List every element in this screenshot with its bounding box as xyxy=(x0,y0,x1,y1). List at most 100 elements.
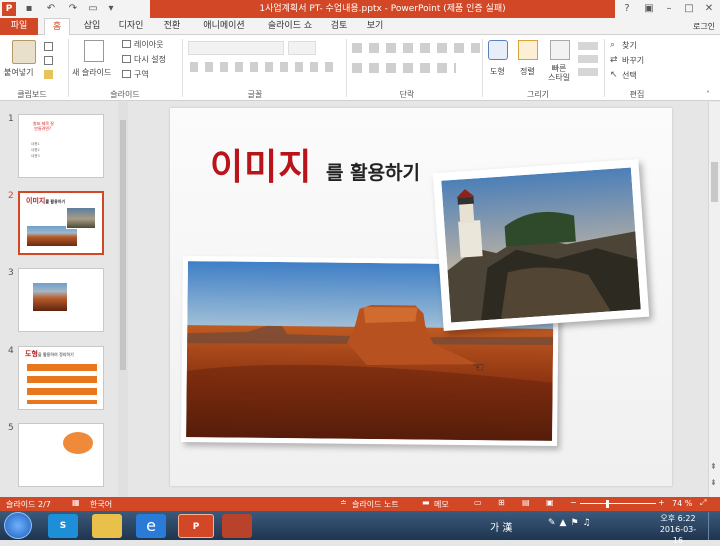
thumbnail-number: 1 xyxy=(8,114,14,124)
close-button[interactable]: ✕ xyxy=(702,2,716,16)
slide-thumbnail-5[interactable] xyxy=(18,423,104,487)
arrange-button[interactable]: 정렬 xyxy=(520,66,535,77)
notes-icon: ≐ xyxy=(340,498,347,507)
tab-animations[interactable]: 애니메이션 xyxy=(196,18,252,35)
internet-explorer-icon[interactable]: e xyxy=(136,514,166,538)
system-tray-icons[interactable]: ✎▲⚑♫ xyxy=(548,518,648,532)
slide-counter: 슬라이드 2/7 xyxy=(6,500,51,509)
arrange-icon[interactable] xyxy=(518,40,538,60)
thumbnail-shape-list xyxy=(27,364,97,404)
tab-slideshow[interactable]: 슬라이드 쇼 xyxy=(262,18,318,35)
zoom-slider[interactable] xyxy=(580,503,656,504)
next-slide-icon[interactable]: ⇟ xyxy=(710,478,717,487)
copy-icon[interactable] xyxy=(44,56,53,65)
thumbnails-scrollbar[interactable] xyxy=(118,102,128,497)
find-button[interactable]: 찾기 xyxy=(622,40,637,51)
paragraph-group-label: 단락 xyxy=(399,90,415,99)
group-divider xyxy=(482,39,483,97)
slide-thumbnail-4[interactable]: 도형을 활용하여 정리하기 xyxy=(18,346,104,410)
fit-slide-icon[interactable]: ⤢ xyxy=(700,498,706,508)
language-indicator[interactable]: 한국어 xyxy=(90,499,112,510)
tab-insert[interactable]: 삽입 xyxy=(78,18,106,35)
skype-icon[interactable]: S xyxy=(48,514,78,538)
slide-thumbnail-1[interactable]: 발표 제목 잘 만들려면? 내용1 내용2 내용3 xyxy=(18,114,104,178)
reading-view-icon[interactable]: ▤ xyxy=(522,498,530,507)
slide-title-rest[interactable]: 를 활용하기 xyxy=(326,158,420,185)
reset-button[interactable]: 다시 설정 xyxy=(134,54,166,65)
new-slide-button[interactable]: 새 슬라이드 xyxy=(72,67,111,78)
tab-transitions[interactable]: 전환 xyxy=(158,18,186,35)
replace-button[interactable]: 바꾸기 xyxy=(622,55,644,66)
slideshow-view-icon[interactable]: ▣ xyxy=(546,498,554,507)
paste-icon[interactable] xyxy=(12,40,36,64)
font-name-box[interactable] xyxy=(188,41,284,55)
start-button-icon[interactable] xyxy=(4,512,32,539)
tab-file[interactable]: 파일 xyxy=(0,18,38,35)
layout-button[interactable]: 레이아웃 xyxy=(134,39,163,50)
normal-view-icon[interactable]: ▭ xyxy=(474,498,482,507)
slide-title-highlight[interactable]: 이미지 xyxy=(210,138,312,190)
maximize-button[interactable]: □ xyxy=(682,2,696,16)
customize-quick-access-icon[interactable]: ▾ xyxy=(104,2,118,16)
help-button[interactable]: ? xyxy=(620,2,634,16)
slide-vertical-scrollbar[interactable]: ⇞ ⇟ xyxy=(708,102,720,497)
slide-sorter-icon[interactable]: ⊞ xyxy=(498,498,505,507)
quick-styles-icon[interactable] xyxy=(550,40,570,60)
slides-group-label: 슬라이드 xyxy=(110,90,140,99)
new-slide-icon[interactable] xyxy=(84,40,104,62)
find-icon: ⌕ xyxy=(610,40,616,50)
zoom-out-icon[interactable]: − xyxy=(570,498,577,507)
slide-thumbnail-2[interactable]: 이미지를 활용하기 xyxy=(18,191,104,255)
undo-icon[interactable]: ↶ xyxy=(44,2,58,16)
show-desktop-button[interactable] xyxy=(708,512,720,540)
tab-home[interactable]: 홈 xyxy=(44,18,70,36)
slide-thumbnail-3[interactable] xyxy=(18,268,104,332)
drawing-group-label: 그리기 xyxy=(526,90,550,99)
sign-in-link[interactable]: 로그인 xyxy=(688,18,720,35)
shape-fill-outline-effects-icons[interactable] xyxy=(578,42,598,78)
ribbon-display-options-icon[interactable]: ▣ xyxy=(642,2,656,16)
powerpoint-app-icon[interactable]: P xyxy=(2,2,16,16)
comments-button[interactable]: 메모 xyxy=(434,499,449,510)
scrollbar-thumb[interactable] xyxy=(711,162,718,202)
shapes-button[interactable]: 도형 xyxy=(490,66,505,77)
tab-review[interactable]: 검토 xyxy=(326,18,352,35)
zoom-in-icon[interactable]: + xyxy=(658,498,665,507)
cut-icon[interactable] xyxy=(44,42,53,51)
group-divider xyxy=(604,39,605,97)
file-explorer-icon[interactable] xyxy=(92,514,122,538)
paragraph-align-buttons[interactable] xyxy=(352,63,456,73)
previous-slide-icon[interactable]: ⇞ xyxy=(710,462,717,471)
window-title: 1사업계획서 PT- 수업내용.pptx - PowerPoint (제품 인증… xyxy=(150,0,615,18)
paragraph-list-buttons[interactable] xyxy=(352,43,480,53)
lighthouse-photo xyxy=(441,167,641,323)
presentation-taskbar-icon[interactable] xyxy=(222,514,252,538)
paste-button[interactable]: 붙여넣기 xyxy=(4,67,33,78)
zoom-slider-thumb[interactable] xyxy=(606,500,609,508)
section-button[interactable]: 구역 xyxy=(134,69,149,80)
redo-icon[interactable]: ↷ xyxy=(66,2,80,16)
save-icon[interactable]: ▪ xyxy=(22,2,36,16)
slideshow-from-start-icon[interactable]: ▭ xyxy=(86,2,100,16)
quick-styles-button[interactable]: 빠른 스타일 xyxy=(548,64,570,82)
notes-button[interactable]: 슬라이드 노트 xyxy=(352,499,399,510)
thumbnail-cloud-shape xyxy=(63,432,93,454)
powerpoint-taskbar-icon[interactable]: P xyxy=(178,514,214,538)
scrollbar-thumb[interactable] xyxy=(120,120,126,370)
font-format-buttons[interactable] xyxy=(190,62,340,72)
lighthouse-image-frame[interactable] xyxy=(432,159,650,331)
zoom-level[interactable]: 74 % xyxy=(672,499,692,508)
select-button[interactable]: 선택 xyxy=(622,70,637,81)
minimize-button[interactable]: – xyxy=(662,2,676,16)
collapse-ribbon-icon[interactable]: ˄ xyxy=(706,90,710,99)
thumbnail-bullet: 내용3 xyxy=(31,154,40,158)
tab-view[interactable]: 보기 xyxy=(362,18,388,35)
format-painter-icon[interactable] xyxy=(44,70,53,79)
shapes-icon[interactable] xyxy=(488,40,508,60)
spellcheck-icon[interactable]: ▦ xyxy=(72,498,80,507)
taskbar-clock[interactable]: 오후 6:22 2016-03-16 xyxy=(656,513,700,546)
ime-indicator[interactable]: 가 漢 xyxy=(490,519,512,534)
tab-design[interactable]: 디자인 xyxy=(114,18,148,35)
layout-icon xyxy=(122,40,131,48)
font-size-box[interactable] xyxy=(288,41,316,55)
